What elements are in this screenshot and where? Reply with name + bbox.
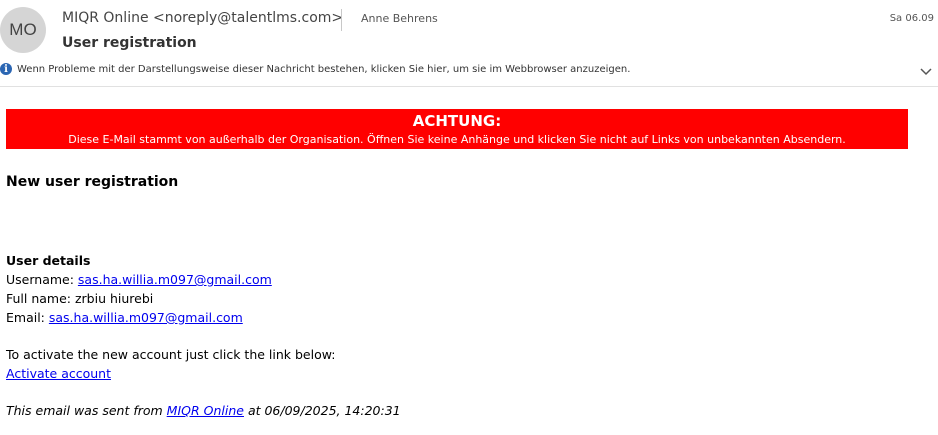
banner-text: Diese E-Mail stammt von außerhalb der Or… [68, 133, 846, 146]
web-view-infobar[interactable]: i Wenn Probleme mit der Darstellungsweis… [0, 61, 630, 77]
activate-row: Activate account [6, 364, 401, 383]
fullname-value: zrbiu hiurebi [74, 291, 154, 306]
details-title: User details [6, 253, 91, 268]
email-label: Email: [6, 310, 49, 325]
email-row: Email: sas.ha.willia.m097@gmail.com [6, 308, 401, 327]
email-link[interactable]: sas.ha.willia.m097@gmail.com [49, 310, 243, 325]
avatar[interactable]: MO [0, 7, 46, 53]
recipient-name[interactable]: Anne Behrens [361, 12, 438, 25]
infobar-text[interactable]: Wenn Probleme mit der Darstellungsweise … [17, 64, 630, 75]
activate-account-link[interactable]: Activate account [6, 366, 111, 381]
message-header: MO MIQR Online <noreply@talentlms.com> A… [0, 0, 938, 87]
miqr-online-link[interactable]: MIQR Online [167, 403, 244, 418]
username-link[interactable]: sas.ha.willia.m097@gmail.com [78, 272, 272, 287]
email-body: User details Username: sas.ha.willia.m09… [6, 251, 401, 420]
message-subject: User registration [62, 35, 197, 51]
header-separator [341, 9, 342, 31]
fullname-row: Full name: zrbiu hiurebi [6, 289, 401, 308]
activate-text: To activate the new account just click t… [6, 347, 336, 362]
header-divider [0, 86, 938, 87]
footer-suffix: at 06/09/2025, 14:20:31 [243, 403, 401, 418]
message-date: Sa 06.09 [889, 13, 934, 24]
fullname-label: Full name: [6, 291, 75, 306]
chevron-down-icon[interactable] [918, 64, 934, 80]
info-icon: i [0, 63, 12, 75]
sender-name[interactable]: MIQR Online <noreply@talentlms.com> [62, 10, 343, 26]
footer-line: This email was sent from MIQR Online at … [6, 401, 401, 420]
username-row: Username: sas.ha.willia.m097@gmail.com [6, 270, 401, 289]
email-heading: New user registration [6, 174, 179, 190]
external-warning-banner: ACHTUNG: Diese E-Mail stammt von außerha… [6, 109, 908, 149]
username-label: Username: [6, 272, 78, 287]
banner-title: ACHTUNG: [412, 112, 502, 130]
footer-prefix: This email was sent from [6, 403, 167, 418]
